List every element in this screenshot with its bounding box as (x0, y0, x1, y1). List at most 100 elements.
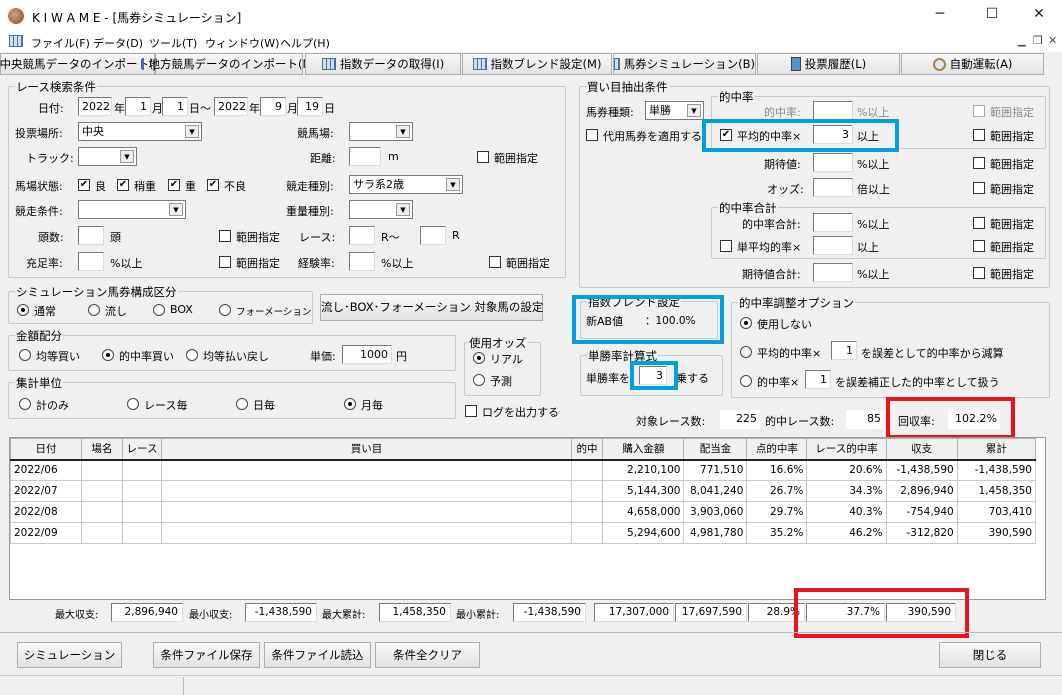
table-row[interactable]: 2022/08 4,658,000 3,903,060 29.7% 40.3% -754,… (9, 501, 1037, 523)
to-year-input[interactable]: 2022 (214, 97, 248, 116)
ev-range-checkbox[interactable] (973, 157, 985, 169)
from-day-input[interactable]: 1 (162, 97, 188, 116)
close-window-button[interactable]: ✕ (1016, 6, 1062, 26)
vote-history-button[interactable]: 投票履歴(L) (757, 53, 900, 75)
auto-run-button[interactable]: 自動運転(A) (901, 53, 1044, 75)
menu-tools[interactable]: ツール(T) (149, 35, 197, 51)
mdi-minimize-icon[interactable]: ▁ (1018, 36, 1026, 47)
ev-sum-range-checkbox[interactable] (973, 267, 985, 279)
close-button[interactable]: 閉じる (939, 642, 1041, 668)
column-header[interactable]: 配当金 (683, 438, 748, 461)
odds-range-checkbox[interactable] (973, 182, 985, 194)
sim-formation-radio[interactable] (219, 304, 231, 316)
column-header[interactable]: 累計 (956, 438, 1037, 461)
from-month-input[interactable]: 1 (125, 97, 151, 116)
column-header[interactable]: 購入金額 (602, 438, 685, 461)
menu-data[interactable]: データ(D) (93, 35, 143, 51)
table-row[interactable]: 2022/07 5,144,300 8,041,240 26.7% 34.3% 2,896… (9, 480, 1037, 502)
amount-equal-radio[interactable] (19, 349, 31, 361)
adjust-none-radio[interactable] (740, 317, 752, 329)
menu-window[interactable]: ウィンドウ(W) (205, 35, 279, 51)
mdi-restore-icon[interactable]: ❐ (1033, 34, 1043, 47)
index-blend-button[interactable]: 指数ブレンド設定(M) (462, 53, 612, 75)
substitute-checkbox[interactable] (586, 129, 598, 141)
experience-range-checkbox[interactable] (489, 256, 501, 268)
correct-factor-input[interactable]: 1 (805, 370, 831, 389)
distance-input[interactable] (349, 147, 381, 166)
ev-sum-input[interactable] (813, 263, 853, 282)
venue-select[interactable]: 中央 ▼ (78, 122, 202, 141)
import-local-button[interactable]: 地方競馬データのインポート(N) (142, 53, 316, 75)
menu-file[interactable]: ファイル(F) (31, 35, 90, 51)
unit-price-input[interactable]: 1000 (342, 345, 392, 364)
hit-sum-range-checkbox[interactable] (973, 217, 985, 229)
fill-rate-input[interactable] (78, 252, 104, 271)
amount-equal-return-radio[interactable] (186, 349, 198, 361)
hit-rate-input[interactable] (813, 101, 853, 120)
to-day-input[interactable]: 19 (297, 97, 323, 116)
ground-heavy-checkbox[interactable]: ✔ (168, 179, 180, 191)
experience-input[interactable] (349, 252, 375, 271)
clear-conditions-button[interactable]: 条件全クリア (375, 642, 480, 668)
ev-input[interactable] (813, 153, 853, 172)
subtract-factor-input[interactable]: 1 (831, 341, 857, 360)
column-header[interactable]: 買い目 (161, 438, 572, 461)
single-avg-checkbox[interactable] (720, 240, 732, 252)
race-to-input[interactable] (420, 226, 446, 245)
race-type-select[interactable]: サラ系2歳 ▼ (349, 175, 463, 194)
hit-sum-input[interactable] (813, 213, 853, 232)
sim-box-radio[interactable] (153, 304, 165, 316)
column-header[interactable]: 的中 (570, 438, 604, 461)
to-month-input[interactable]: 9 (260, 97, 286, 116)
sim-nagashi-radio[interactable] (88, 304, 100, 316)
save-conditions-button[interactable]: 条件ファイル保存 (153, 642, 260, 668)
agg-race-radio[interactable] (127, 398, 139, 410)
agg-day-radio[interactable] (236, 398, 248, 410)
column-header[interactable]: 日付 (9, 438, 83, 461)
table-row[interactable]: 2022/09 5,294,600 4,981,780 35.2% 46.2% -312,… (9, 522, 1037, 544)
heads-input[interactable] (78, 226, 104, 245)
single-avg-range-checkbox[interactable] (973, 240, 985, 252)
column-header[interactable]: レース (121, 438, 163, 461)
simulate-button[interactable]: シミュレーション (17, 642, 122, 668)
column-header[interactable]: レース的中率 (806, 438, 887, 461)
column-header[interactable]: 収支 (885, 438, 958, 461)
column-header[interactable]: 点的中率 (746, 438, 808, 461)
avg-range-checkbox[interactable] (973, 129, 985, 141)
weight-type-select[interactable]: ▼ (349, 200, 413, 219)
target-horse-setting-button[interactable]: 流し･BOX･フォーメーション 対象馬の設定 (320, 294, 543, 321)
fill-range-checkbox[interactable] (219, 256, 231, 268)
ticket-simulation-button[interactable]: 馬券シミュレーション(B) (613, 53, 756, 75)
from-year-input[interactable]: 2022 (78, 97, 112, 116)
heads-range-checkbox[interactable] (219, 230, 231, 242)
output-log-checkbox[interactable] (465, 405, 477, 417)
minimize-button[interactable]: ─ (917, 6, 963, 26)
ticket-type-select[interactable]: 単勝 ▼ (645, 101, 704, 120)
menu-help[interactable]: ヘルプ(H) (280, 35, 330, 51)
maximize-button[interactable]: ☐ (969, 6, 1015, 26)
adjust-correct-radio[interactable] (740, 375, 752, 387)
amount-hitrate-radio[interactable] (102, 349, 114, 361)
odds-input[interactable] (813, 178, 853, 197)
ground-good-checkbox[interactable]: ✔ (78, 179, 90, 191)
ground-bad-checkbox[interactable]: ✔ (207, 179, 219, 191)
mdi-close-icon[interactable]: ✕ (1048, 34, 1057, 47)
odds-real-radio[interactable] (473, 352, 485, 364)
odds-predict-radio[interactable] (473, 374, 485, 386)
agg-month-radio[interactable] (344, 398, 356, 410)
adjust-subtract-radio[interactable] (740, 346, 752, 358)
hit-range-checkbox[interactable] (973, 105, 985, 117)
course-select[interactable]: ▼ (349, 122, 413, 141)
get-index-button[interactable]: 指数データの取得(I) (305, 53, 461, 75)
column-header[interactable]: 場名 (81, 438, 123, 461)
single-avg-input[interactable] (813, 236, 853, 255)
agg-total-radio[interactable] (19, 398, 31, 410)
track-select[interactable]: ▼ (78, 147, 137, 166)
import-central-button[interactable]: 中央競馬データのインポート(J) (0, 53, 161, 75)
distance-range-checkbox[interactable] (477, 151, 489, 163)
race-from-input[interactable] (349, 226, 375, 245)
table-row[interactable]: 2022/06 2,210,100 771,510 16.6% 20.6% -1,438,… (9, 459, 1037, 481)
sim-normal-radio[interactable] (17, 304, 29, 316)
ground-slightly-heavy-checkbox[interactable]: ✔ (117, 179, 129, 191)
load-conditions-button[interactable]: 条件ファイル読込 (264, 642, 371, 668)
